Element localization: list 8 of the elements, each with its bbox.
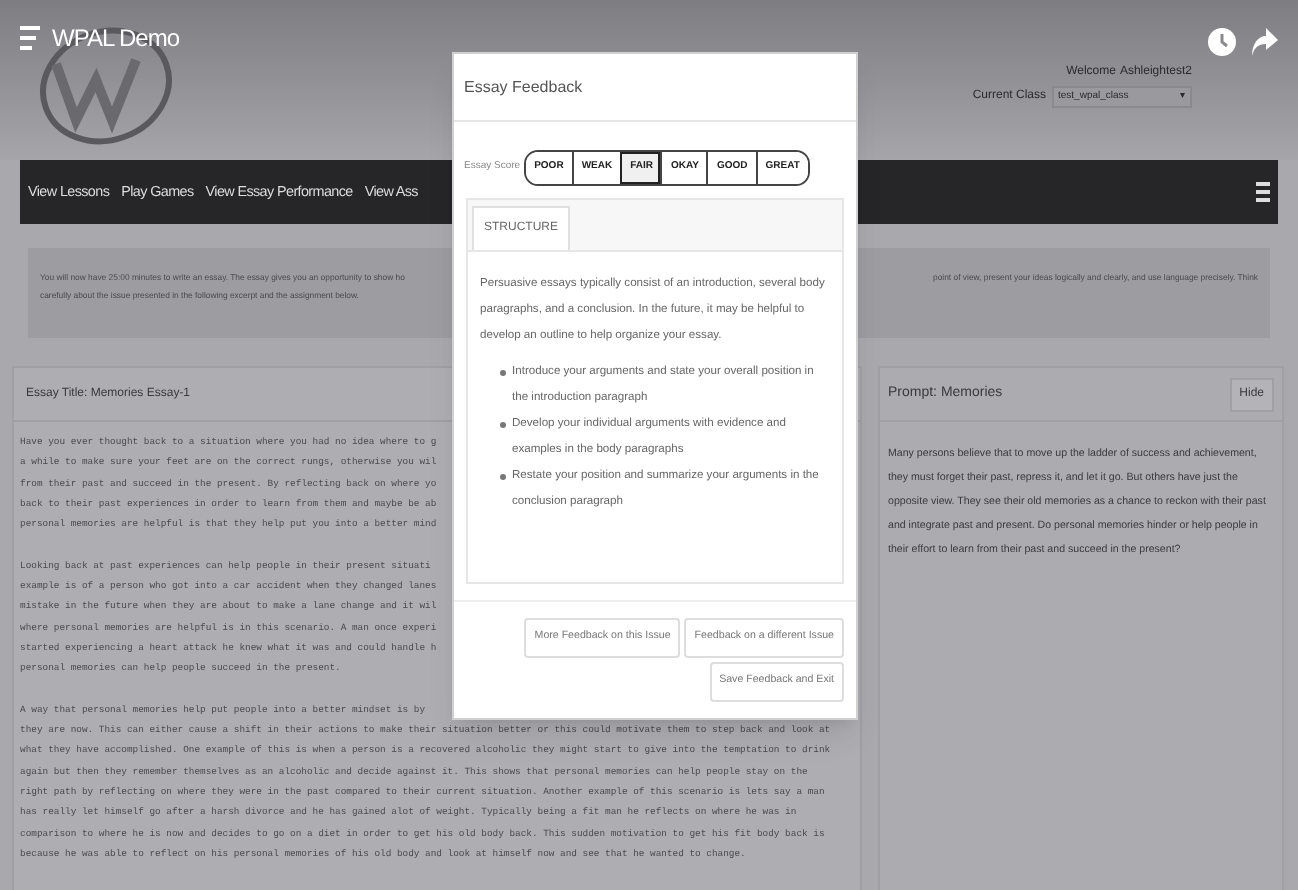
app-title: WPAL Demo: [52, 22, 180, 56]
clock-icon[interactable]: [1208, 28, 1236, 56]
bullet-icon: [500, 474, 506, 480]
menu-icon[interactable]: [1256, 182, 1270, 202]
bullet-icon: [500, 370, 506, 376]
dialog-title: Essay Feedback: [464, 75, 583, 99]
bullet-icon: [500, 422, 506, 428]
share-icon[interactable]: [1252, 28, 1278, 56]
